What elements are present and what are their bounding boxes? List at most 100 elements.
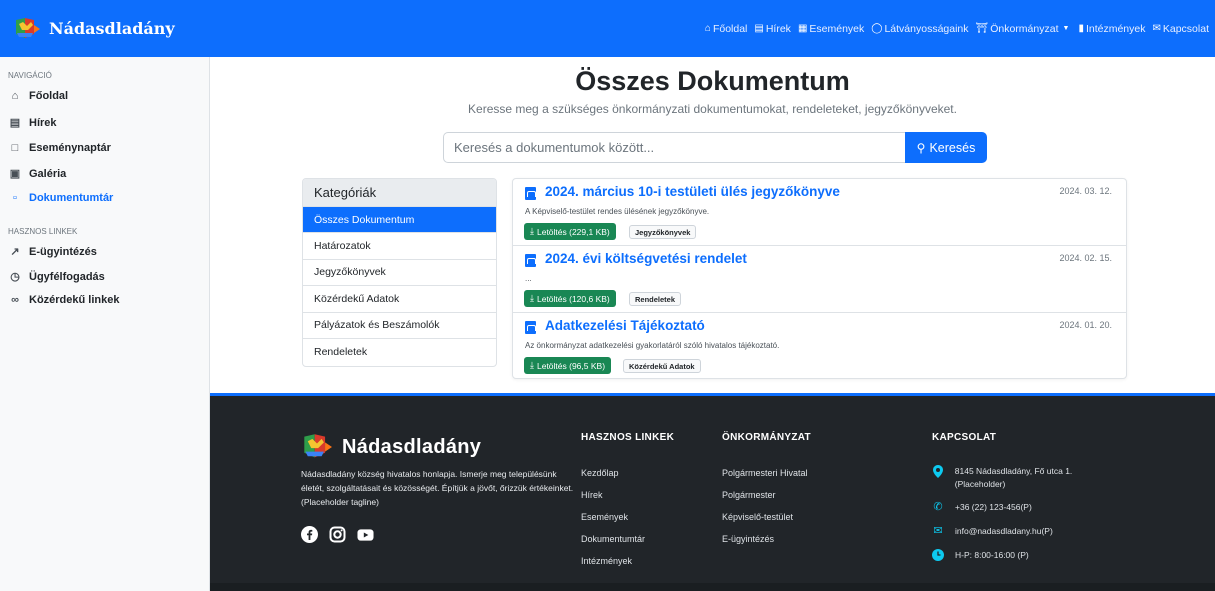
- download-icon: ⤓: [530, 293, 534, 303]
- sidebar-item-e-administration[interactable]: ↗ E-ügyintézés: [8, 245, 96, 259]
- footer-bottom-bar: [210, 583, 1215, 591]
- sidebar-item-documents[interactable]: ▫ Dokumentumtár: [8, 192, 113, 204]
- social-links: [301, 526, 374, 543]
- document-list: 2024. március 10-i testületi ülés jegyző…: [512, 178, 1127, 379]
- document-search-form: ⚲Keresés: [443, 132, 987, 163]
- calendar-icon: ▦: [797, 23, 808, 34]
- brand-name: Nádasdladány: [49, 19, 175, 38]
- search-button[interactable]: ⚲ Keresés: [905, 132, 987, 163]
- facebook-icon[interactable]: [301, 526, 318, 543]
- pdf-file-icon: [525, 254, 536, 267]
- category-minutes[interactable]: Jegyzőkönyvek: [303, 260, 496, 287]
- document-description: Az önkormányzat adatkezelési gyakorlatár…: [525, 341, 780, 350]
- external-link-icon: ↗: [10, 246, 20, 258]
- topnav-home[interactable]: ⌂ Főoldal: [705, 23, 748, 35]
- document-icon: ▫: [13, 192, 17, 204]
- topnav-events[interactable]: ▦ Események: [798, 23, 864, 35]
- image-icon: ▣: [9, 168, 21, 180]
- document-item: Adatkezelési Tájékoztató 2024. 01. 20. A…: [513, 313, 1126, 378]
- camera-icon: ◯: [871, 23, 883, 34]
- sidebar-item-home[interactable]: ⌂ Főoldal: [8, 90, 68, 102]
- top-nav-menu: ⌂ Főoldal ▤ Hírek ▦ Események ◯ Látványosság…: [698, 0, 1209, 57]
- mail-icon: ✉: [933, 524, 943, 537]
- sidebar: NAVIGÁCIÓ ⌂ Főoldal ▤ Hírek □ Eseménynaptár…: [0, 57, 210, 591]
- footer-link-news[interactable]: Hírek: [581, 490, 603, 500]
- categories-card: Kategóriák Összes Dokumentum Határozatok…: [302, 178, 497, 367]
- download-button[interactable]: ⤓ Letöltés (96,5 KB): [524, 357, 612, 374]
- footer-link-council[interactable]: Képviselő-testület: [722, 512, 793, 522]
- category-tenders-reports[interactable]: Pályázatok és Beszámolók: [303, 313, 496, 339]
- document-category-tag: Rendeletek: [629, 292, 682, 306]
- contact-email[interactable]: ✉ info@nadasdladany.hu(P): [932, 524, 1052, 538]
- link-icon: ∞: [11, 294, 19, 306]
- instagram-icon[interactable]: [329, 526, 346, 543]
- footer-link-home[interactable]: Kezdőlap: [581, 468, 619, 478]
- category-resolutions[interactable]: Határozatok: [303, 233, 496, 260]
- pdf-file-icon: [525, 187, 536, 200]
- footer-link-documents[interactable]: Dokumentumtár: [581, 534, 645, 544]
- top-navbar: Nádasdladány ⌂ Főoldal ▤ Hírek ▦ Események …: [0, 0, 1215, 57]
- document-item: 2024. évi költségvetési rendelet 2024. 0…: [513, 246, 1126, 313]
- category-public-data[interactable]: Közérdekű Adatok: [303, 286, 496, 313]
- download-icon: ⤓: [530, 226, 534, 236]
- sidebar-item-office-hours[interactable]: ◷ Ügyfélfogadás: [8, 270, 105, 284]
- sidebar-item-public-links[interactable]: ∞ Közérdekű linkek: [8, 294, 119, 306]
- topnav-news[interactable]: ▤ Hírek: [754, 23, 791, 35]
- footer-brand[interactable]: Nádasdladány: [300, 432, 481, 462]
- crest-logo-icon: [304, 434, 332, 458]
- document-description: ...: [525, 274, 532, 283]
- sidebar-item-calendar[interactable]: □ Eseménynaptár: [8, 142, 111, 154]
- topnav-government-dropdown[interactable]: ⛩ Önkormányzat ▼: [976, 23, 1072, 35]
- document-description: A Képviselő-testület rendes ülésének jeg…: [525, 207, 710, 216]
- brand-link[interactable]: Nádasdladány: [13, 16, 175, 42]
- clock-icon: ◷: [10, 271, 20, 283]
- news-icon: ▤: [754, 23, 764, 34]
- footer-gov-heading: ÖNKORMÁNYZAT: [722, 432, 811, 443]
- phone-icon: ✆: [933, 500, 943, 513]
- pdf-file-icon: [525, 321, 536, 334]
- home-icon: ⌂: [704, 23, 711, 34]
- page-subtitle: Keresse meg a szükséges önkormányzati do…: [468, 102, 957, 116]
- news-icon: ▤: [9, 117, 21, 129]
- home-icon: ⌂: [11, 90, 19, 102]
- document-date: 2024. 02. 15.: [1059, 253, 1112, 263]
- footer-contact-heading: KAPCSOLAT: [932, 432, 997, 443]
- document-title-link[interactable]: 2024. évi költségvetési rendelet: [545, 251, 747, 266]
- category-all-documents[interactable]: Összes Dokumentum: [303, 207, 496, 234]
- footer-link-mayor[interactable]: Polgármester: [722, 490, 776, 500]
- page-title: Összes Dokumentum: [575, 66, 850, 96]
- footer-link-e-administration[interactable]: E-ügyintézés: [722, 534, 774, 544]
- footer-link-institutions[interactable]: Intézmények: [581, 556, 632, 566]
- search-input[interactable]: [443, 132, 905, 163]
- sidebar-nav-heading: NAVIGÁCIÓ: [8, 71, 52, 80]
- categories-header: Kategóriák: [303, 179, 496, 207]
- calendar-icon: □: [11, 142, 19, 154]
- crest-logo-icon: [16, 17, 40, 38]
- footer-link-events[interactable]: Események: [581, 512, 628, 522]
- footer-link-mayors-office[interactable]: Polgármesteri Hivatal: [722, 468, 808, 478]
- download-button[interactable]: ⤓ Letöltés (229,1 KB): [524, 223, 616, 240]
- youtube-icon[interactable]: [357, 526, 374, 543]
- institution-icon: ⛩: [975, 23, 989, 34]
- footer-brand-name: Nádasdladány: [342, 435, 482, 458]
- search-icon: ⚲: [916, 140, 926, 155]
- topnav-contact[interactable]: ✉ Kapcsolat: [1152, 23, 1209, 35]
- contact-hours: H-P: 8:00-16:00 (P): [932, 549, 1029, 562]
- site-footer: Nádasdladány Nádasdladány község hivatal…: [210, 393, 1215, 591]
- document-title-link[interactable]: 2024. március 10-i testületi ülés jegyző…: [545, 184, 840, 199]
- topnav-sights[interactable]: ◯ Látványosságaink: [871, 23, 968, 35]
- sidebar-item-news[interactable]: ▤ Hírek: [8, 116, 57, 130]
- document-date: 2024. 01. 20.: [1059, 320, 1112, 330]
- topnav-institutions[interactable]: ▮ Intézmények: [1078, 23, 1145, 35]
- download-button[interactable]: ⤓ Letöltés (120,6 KB): [524, 290, 616, 307]
- bookmark-icon: ▮: [1078, 23, 1084, 34]
- contact-address: 8145 Nádasdladány, Fő utca 1. (Placehold…: [932, 464, 1122, 491]
- document-title-link[interactable]: Adatkezelési Tájékoztató: [545, 318, 705, 333]
- chevron-down-icon: ▼: [1062, 25, 1070, 32]
- document-category-tag: Közérdekű Adatok: [623, 359, 701, 373]
- footer-useful-heading: HASZNOS LINKEK: [581, 432, 675, 443]
- footer-tagline: Nádasdladány község hivatalos honlapja. …: [301, 469, 574, 507]
- category-decrees[interactable]: Rendeletek: [303, 339, 496, 365]
- sidebar-item-gallery[interactable]: ▣ Galéria: [8, 167, 67, 181]
- document-category-tag: Jegyzőkönyvek: [629, 225, 697, 239]
